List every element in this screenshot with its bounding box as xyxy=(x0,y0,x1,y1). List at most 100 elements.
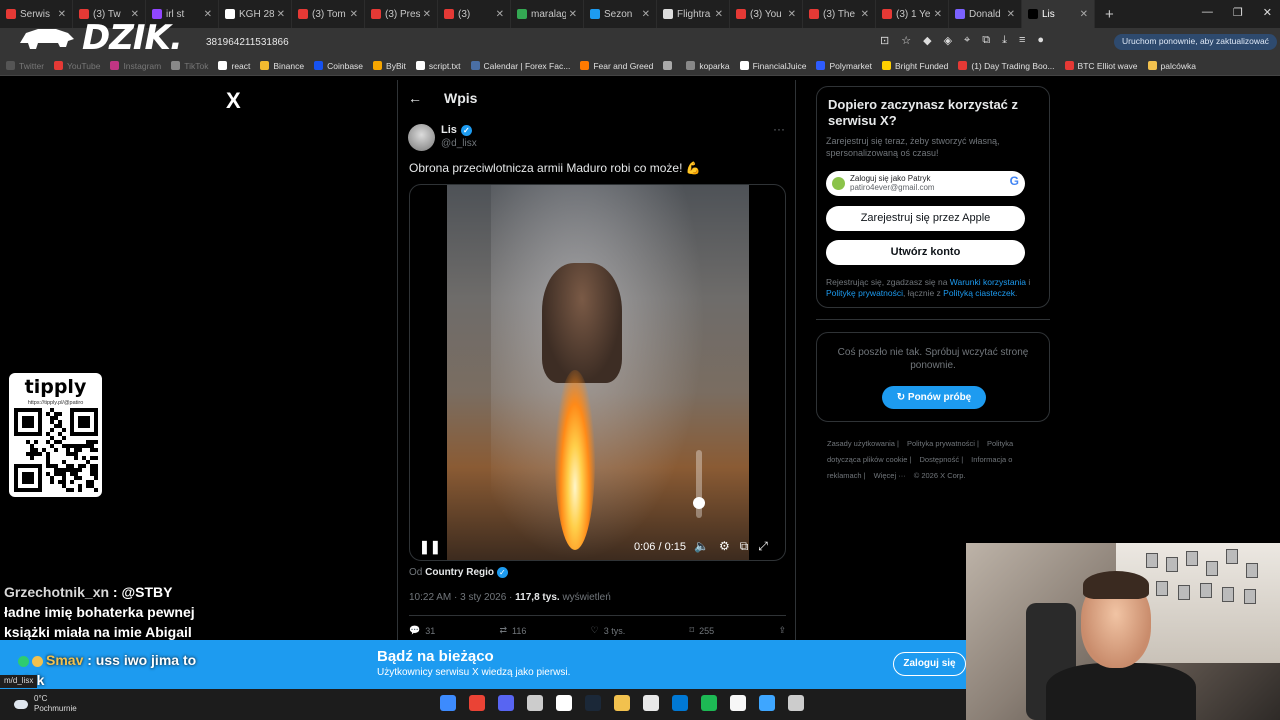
bookmark-item[interactable]: ByBit xyxy=(373,61,406,71)
author-handle[interactable]: @d_lisx xyxy=(441,138,477,149)
extension-icon[interactable]: ⌖ xyxy=(964,34,970,47)
footer-link[interactable]: Polityka prywatności | xyxy=(907,439,979,448)
browser-tab[interactable]: (3) Tom ✕ xyxy=(292,0,365,28)
banner-login-button[interactable]: Zaloguj się xyxy=(893,652,966,676)
bookmark-item[interactable]: Twitter xyxy=(6,61,44,71)
tab-close-icon[interactable]: ✕ xyxy=(1080,9,1088,20)
bookmark-item[interactable]: Binance xyxy=(260,61,304,71)
taskbar-app-icon[interactable] xyxy=(440,695,456,711)
bookmark-item[interactable]: Coinbase xyxy=(314,61,363,71)
taskbar-app-icon[interactable] xyxy=(672,695,688,711)
puzzle-icon[interactable]: ⧉ xyxy=(982,34,990,47)
tab-close-icon[interactable]: ✕ xyxy=(934,9,942,20)
footer-link[interactable]: Zasady użytkowania | xyxy=(827,439,899,448)
footer-link[interactable]: Więcej ··· xyxy=(874,471,906,480)
bookmark-item[interactable]: palcówka xyxy=(1147,61,1196,71)
taskbar-app-icon[interactable] xyxy=(788,695,804,711)
taskbar-app-icon[interactable] xyxy=(585,695,601,711)
extension-icon[interactable]: ◆ xyxy=(923,34,931,47)
taskbar-app-icon[interactable] xyxy=(498,695,514,711)
bookmark-item[interactable]: koparka xyxy=(686,61,730,71)
bookmark-button[interactable]: ⌑ 255 xyxy=(690,625,715,636)
tab-close-icon[interactable]: ✕ xyxy=(642,9,650,20)
browser-tab[interactable]: (3) You ✕ xyxy=(730,0,803,28)
footer-link[interactable]: © 2026 X Corp. xyxy=(914,471,966,480)
bookmark-item[interactable]: react xyxy=(218,61,250,71)
new-tab-button[interactable]: + xyxy=(1105,6,1114,23)
menu-list-icon[interactable]: ≡ xyxy=(1019,34,1025,47)
avatar[interactable] xyxy=(408,124,435,151)
create-account-button[interactable]: Utwórz konto xyxy=(826,240,1025,265)
apple-signup-button[interactable]: Zarejestruj się przez Apple xyxy=(826,206,1025,231)
weather-widget[interactable]: 0°C Pochmurnie xyxy=(14,694,77,714)
volume-icon[interactable]: 🔈 xyxy=(694,539,709,554)
extension-icon[interactable]: ◈ xyxy=(944,34,952,47)
tab-close-icon[interactable]: ✕ xyxy=(423,9,431,20)
star-icon[interactable]: ☆ xyxy=(901,34,911,47)
taskbar-app-icon[interactable] xyxy=(556,695,572,711)
like-button[interactable]: ♡ 3 tys. xyxy=(591,625,626,636)
tab-close-icon[interactable]: ✕ xyxy=(1007,9,1015,20)
tab-close-icon[interactable]: ✕ xyxy=(496,9,504,20)
browser-tab[interactable]: Lis ✕ xyxy=(1022,0,1095,28)
browser-tab[interactable]: (3) 1 Ye ✕ xyxy=(876,0,949,28)
url-field[interactable]: 381964211531866 xyxy=(206,37,289,48)
browser-tab[interactable]: (3) ✕ xyxy=(438,0,511,28)
post-timestamp[interactable]: 10:22 AM · 3 sty 2026 · xyxy=(409,592,515,603)
taskbar-app-icon[interactable] xyxy=(701,695,717,711)
browser-tab[interactable]: Donald ✕ xyxy=(949,0,1022,28)
browser-tab[interactable]: maralag ✕ xyxy=(511,0,584,28)
taskbar-app-icon[interactable] xyxy=(527,695,543,711)
tab-close-icon[interactable]: ✕ xyxy=(569,9,577,20)
browser-tab[interactable]: Sezon ✕ xyxy=(584,0,657,28)
profile-icon[interactable]: ● xyxy=(1037,34,1044,47)
volume-slider-handle[interactable] xyxy=(693,497,705,509)
reply-button[interactable]: 💬 31 xyxy=(409,625,435,636)
update-button[interactable]: Uruchom ponownie, aby zaktualizować xyxy=(1114,34,1277,50)
cookie-link[interactable]: Polityką ciasteczek xyxy=(943,288,1015,298)
bookmark-item[interactable]: BTC Elliot wave xyxy=(1064,61,1138,71)
more-options-icon[interactable]: ··· xyxy=(773,122,785,136)
bookmark-item[interactable] xyxy=(663,61,676,70)
tab-close-icon[interactable]: ✕ xyxy=(350,9,358,20)
browser-tab[interactable]: Flightra ✕ xyxy=(657,0,730,28)
taskbar-app-icon[interactable] xyxy=(614,695,630,711)
taskbar-app-icon[interactable] xyxy=(643,695,659,711)
taskbar-app-icon[interactable] xyxy=(759,695,775,711)
bookmark-item[interactable]: Polymarket xyxy=(816,61,872,71)
bookmark-item[interactable]: script.txt xyxy=(415,61,461,71)
source-name[interactable]: Country Regio xyxy=(425,567,494,578)
taskbar-app-icon[interactable] xyxy=(469,695,485,711)
bookmark-item[interactable]: FinancialJuice xyxy=(739,61,806,71)
browser-tab[interactable]: (3) Pres ✕ xyxy=(365,0,438,28)
tab-close-icon[interactable]: ✕ xyxy=(277,9,285,20)
restore-icon[interactable]: ❐ xyxy=(1233,6,1243,19)
fullscreen-icon[interactable]: ⤢ xyxy=(758,539,768,554)
bookmark-item[interactable]: Fear and Greed xyxy=(580,61,653,71)
pause-icon[interactable]: ❚❚ xyxy=(419,539,441,555)
repost-button[interactable]: ⇄ 116 xyxy=(500,625,527,636)
bookmark-item[interactable]: TikTok xyxy=(171,61,208,71)
terms-link[interactable]: Warunki korzystania xyxy=(950,277,1026,287)
install-icon[interactable]: ⊡ xyxy=(880,34,889,47)
pip-icon[interactable]: ⧉ xyxy=(740,539,749,554)
privacy-link[interactable]: Politykę prywatności xyxy=(826,288,903,298)
back-arrow-icon[interactable]: ← xyxy=(408,90,422,106)
close-icon[interactable]: ✕ xyxy=(1263,6,1272,19)
tab-close-icon[interactable]: ✕ xyxy=(861,9,869,20)
browser-tab[interactable]: (3) The ✕ xyxy=(803,0,876,28)
retry-button[interactable]: ↻ Ponów próbę xyxy=(882,386,986,409)
tab-close-icon[interactable]: ✕ xyxy=(715,9,723,20)
x-logo-icon[interactable]: X xyxy=(226,88,241,114)
settings-icon[interactable]: ⚙ xyxy=(719,539,730,554)
tab-close-icon[interactable]: ✕ xyxy=(204,9,212,20)
footer-link[interactable]: Dostępność | xyxy=(920,455,964,464)
bookmark-item[interactable]: Instagram xyxy=(110,61,161,71)
bookmark-item[interactable]: Calendar | Forex Fac... xyxy=(470,61,570,71)
minimize-icon[interactable]: — xyxy=(1202,6,1213,19)
share-button[interactable]: ⇪ xyxy=(778,625,786,636)
author-name[interactable]: Lis ✓ xyxy=(441,124,472,136)
bookmark-item[interactable]: YouTube xyxy=(54,61,100,71)
download-icon[interactable]: ⤓ xyxy=(1002,34,1007,47)
taskbar-app-icon[interactable] xyxy=(730,695,746,711)
